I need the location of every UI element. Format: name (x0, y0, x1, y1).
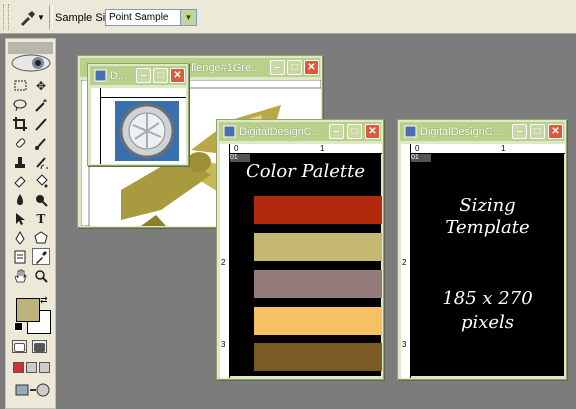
color-swatch (254, 233, 382, 261)
close-button[interactable]: ✕ (170, 68, 185, 83)
window-title: DigitalDesignC... (239, 126, 321, 138)
color-swatch (254, 307, 382, 335)
color-swatch (254, 343, 382, 371)
document-canvas[interactable] (91, 88, 186, 164)
window-title-bar[interactable]: DigitalDesignC... – □ ✕ (400, 122, 564, 141)
sizing-line-2: Template (445, 217, 530, 238)
vertical-ruler: 23 (401, 144, 411, 378)
pen-tool-icon[interactable] (11, 229, 29, 246)
close-button[interactable]: ✕ (304, 60, 319, 75)
photoshop-eye-icon[interactable] (10, 53, 52, 73)
palette-heading: Color Palette (245, 161, 366, 182)
history-brush-tool-icon[interactable] (32, 153, 50, 170)
horizontal-ruler: 01 (401, 144, 565, 154)
options-bar: ▼ Sample Size: Point Sample ▼ (0, 0, 576, 34)
hand-tool-icon[interactable] (11, 267, 29, 284)
sizing-line-3: 185 x 270 (442, 288, 533, 309)
window-title: ...allenge#1Gre... (176, 62, 261, 74)
move-tool-icon[interactable]: ✥ (32, 77, 50, 94)
separator (49, 5, 53, 29)
path-selection-tool-icon[interactable] (11, 210, 29, 227)
blur-tool-icon[interactable] (11, 191, 29, 208)
foreground-color-swatch[interactable] (16, 298, 40, 322)
eyedropper-tool-icon[interactable] (32, 248, 50, 265)
photoshop-document-icon (223, 125, 236, 138)
chevron-down-icon[interactable]: ▼ (180, 10, 196, 25)
full-screen-mode-icon[interactable] (39, 362, 50, 373)
paint-bucket-tool-icon[interactable] (32, 172, 50, 189)
standard-screen-mode-icon[interactable] (13, 362, 24, 373)
color-swatch (254, 196, 382, 224)
close-button[interactable]: ✕ (365, 124, 380, 139)
full-screen-menu-mode-icon[interactable] (26, 362, 37, 373)
color-swatch (254, 270, 382, 298)
horizontal-ruler (91, 88, 186, 98)
horizontal-ruler: 01 (220, 144, 382, 154)
document-window-brooch[interactable]: D... – □ ✕ (87, 63, 189, 166)
dodge-tool-icon[interactable] (32, 191, 50, 208)
close-button[interactable]: ✕ (548, 124, 563, 139)
zoom-tool-icon[interactable] (32, 267, 50, 284)
toolbox: ✥ T ⇄ (5, 38, 56, 409)
minimize-button[interactable]: – (329, 124, 344, 139)
healing-brush-tool-icon[interactable] (11, 134, 29, 151)
standard-mode-icon[interactable] (12, 340, 27, 353)
photoshop-document-icon (404, 125, 417, 138)
swap-colors-icon[interactable]: ⇄ (40, 295, 48, 306)
document-canvas[interactable]: 01 Color Palette (230, 154, 382, 376)
sizing-line-1: Sizing (459, 195, 516, 216)
document-window-sizing-template[interactable]: DigitalDesignC... – □ ✕ 01 23 01 Sizing … (397, 119, 567, 380)
type-tool-icon[interactable]: T (32, 210, 50, 227)
window-title: DigitalDesignC... (420, 126, 502, 138)
crop-tool-icon[interactable] (11, 115, 29, 132)
document-canvas[interactable]: 01 Sizing Template 185 x 270 pixels (411, 154, 564, 376)
minimize-button[interactable]: – (270, 60, 285, 75)
sizing-line-4: pixels (460, 312, 515, 333)
options-bar-grip[interactable] (3, 4, 9, 30)
maximize-button[interactable]: □ (287, 60, 302, 75)
maximize-button[interactable]: □ (530, 124, 545, 139)
eraser-tool-icon[interactable] (11, 172, 29, 189)
notes-tool-icon[interactable] (11, 248, 29, 265)
minimize-button[interactable]: – (136, 68, 151, 83)
magic-wand-tool-icon[interactable] (32, 96, 50, 113)
vertical-ruler (91, 88, 101, 164)
sample-size-select[interactable]: Point Sample ▼ (105, 9, 197, 26)
window-title-bar[interactable]: D... – □ ✕ (90, 66, 186, 85)
default-colors-icon[interactable] (14, 322, 23, 331)
marquee-tool-icon[interactable] (11, 77, 29, 94)
document-window-color-palette[interactable]: DigitalDesignC... – □ ✕ 01 23 01 Color P… (216, 119, 384, 380)
brush-tool-icon[interactable] (32, 134, 50, 151)
shape-tool-icon[interactable] (32, 229, 50, 246)
vertical-ruler: 23 (220, 144, 230, 378)
tool-preset-dropdown[interactable]: ▼ (37, 13, 45, 22)
lasso-tool-icon[interactable] (11, 96, 29, 113)
jump-to-imageready-icon[interactable] (14, 381, 52, 399)
sample-size-value: Point Sample (109, 12, 169, 23)
maximize-button[interactable]: □ (153, 68, 168, 83)
quick-mask-mode-icon[interactable] (32, 340, 47, 353)
window-title: D... (110, 70, 128, 82)
clone-stamp-tool-icon[interactable] (11, 153, 29, 170)
minimize-button[interactable]: – (512, 124, 527, 139)
window-title-bar[interactable]: DigitalDesignC... – □ ✕ (219, 122, 381, 141)
layer-badge: 01 (411, 154, 431, 162)
slice-tool-icon[interactable] (32, 115, 50, 132)
photoshop-document-icon (94, 69, 107, 82)
eyedropper-icon[interactable] (18, 10, 36, 26)
brooch-image (115, 101, 179, 161)
maximize-button[interactable]: □ (347, 124, 362, 139)
